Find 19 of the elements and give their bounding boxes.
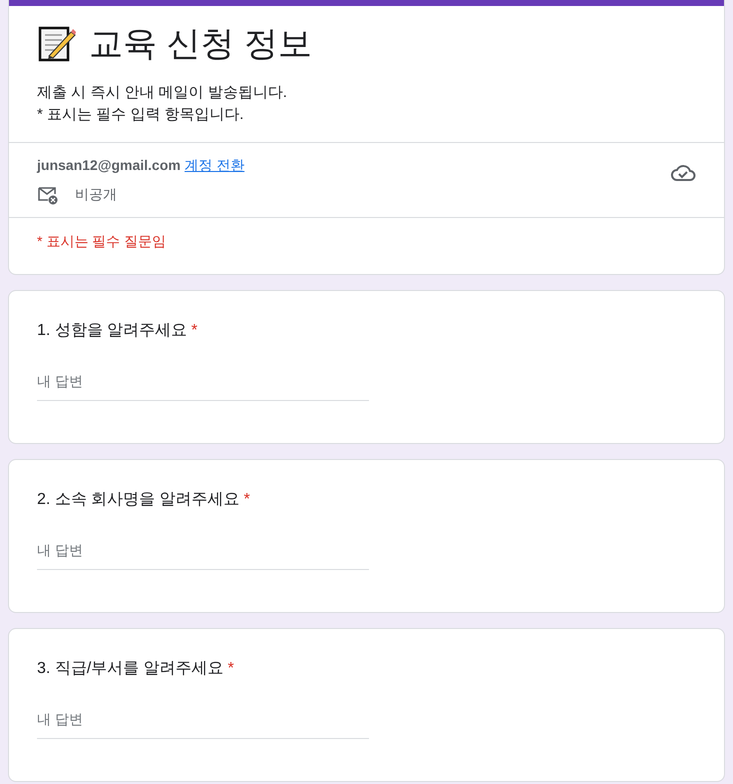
mail-off-icon: [37, 184, 59, 204]
switch-account-link[interactable]: 계정 전환: [184, 155, 244, 176]
answer-field[interactable]: 내 답변: [37, 709, 369, 739]
required-note: * 표시는 필수 질문임: [37, 233, 166, 249]
cloud-check-icon: [670, 163, 696, 183]
account-email: junsan12@gmail.com: [37, 156, 181, 175]
form-title: 교육 신청 정보: [89, 24, 312, 65]
required-asterisk: *: [191, 321, 198, 341]
question-title: 2. 소속 회사명을 알려주세요: [37, 490, 240, 510]
question-title: 3. 직급/부서를 알려주세요: [37, 659, 224, 679]
required-asterisk: *: [228, 659, 234, 679]
memo-icon: [37, 24, 77, 64]
form-description: 제출 시 즉시 안내 메일이 발송됩니다.: [37, 83, 288, 103]
privacy-label: 비공개: [75, 185, 117, 204]
required-asterisk: *: [244, 490, 250, 510]
answer-field[interactable]: 내 답변: [37, 540, 369, 570]
answer-field[interactable]: 내 답변: [37, 371, 369, 401]
form-description: * 표시는 필수 입력 항목입니다.: [37, 105, 245, 125]
question-title: 1. 성함을 알려주세요: [37, 321, 188, 341]
